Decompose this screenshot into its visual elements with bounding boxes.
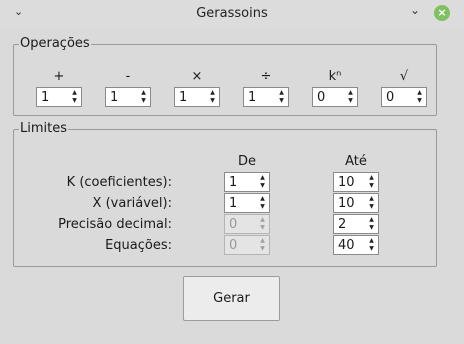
- spin-down-arrow[interactable]: ▼: [207, 97, 218, 105]
- spin-up-arrow[interactable]: ▲: [257, 174, 268, 182]
- spin-up-arrow[interactable]: ▲: [257, 195, 268, 203]
- spin-down-arrow[interactable]: ▼: [257, 203, 268, 211]
- equacoes-ate-spinbox[interactable]: 40 ▲ ▼: [333, 235, 379, 255]
- spin-up-arrow[interactable]: ▲: [345, 89, 356, 97]
- op-plus-value: 1: [41, 90, 50, 105]
- operacoes-legend: Operações: [19, 36, 91, 52]
- op-power-value: 0: [317, 90, 326, 105]
- op-label-times: ×: [191, 69, 203, 84]
- op-label-plus: +: [53, 69, 65, 84]
- op-label-sqrt: √: [399, 69, 409, 84]
- row-label-x: X (variável):: [92, 196, 172, 211]
- spin-down-arrow[interactable]: ▼: [257, 182, 268, 190]
- spin-down-arrow[interactable]: ▼: [276, 97, 287, 105]
- spin-up-arrow[interactable]: ▲: [276, 89, 287, 97]
- op-plus-spinbox[interactable]: 1 ▲ ▼: [36, 87, 82, 107]
- spin-up-arrow: ▲: [260, 237, 265, 244]
- spin-down-arrow: ▼: [260, 245, 265, 252]
- x-ate-value: 10: [338, 196, 355, 211]
- limites-group: Limites De Até K (coeficientes): 1 ▲ ▼ 10…: [13, 121, 437, 267]
- spin-down-arrow[interactable]: ▼: [138, 97, 149, 105]
- spin-down-arrow[interactable]: ▼: [366, 182, 377, 190]
- spin-up-arrow[interactable]: ▲: [366, 237, 377, 245]
- spin-down-arrow[interactable]: ▼: [69, 97, 80, 105]
- k-de-spinbox[interactable]: 1 ▲ ▼: [224, 172, 270, 192]
- spin-up-arrow[interactable]: ▲: [414, 89, 425, 97]
- op-minus-value: 1: [110, 90, 119, 105]
- op-sqrt-spinbox[interactable]: 0 ▲ ▼: [381, 87, 427, 107]
- equacoes-ate-value: 40: [338, 238, 355, 253]
- close-icon[interactable]: ×: [434, 5, 450, 21]
- spin-up-arrow[interactable]: ▲: [366, 216, 377, 224]
- limites-legend: Limites: [19, 121, 68, 137]
- spin-down-arrow[interactable]: ▼: [366, 203, 377, 211]
- spin-up-arrow[interactable]: ▲: [138, 89, 149, 97]
- spin-down-arrow[interactable]: ▼: [366, 224, 377, 232]
- x-ate-spinbox[interactable]: 10 ▲ ▼: [333, 193, 379, 213]
- op-times-spinbox[interactable]: 1 ▲ ▼: [174, 87, 220, 107]
- minimize-icon[interactable]: ⌄: [410, 3, 420, 17]
- k-ate-spinbox[interactable]: 10 ▲ ▼: [333, 172, 379, 192]
- op-divide-value: 1: [248, 90, 257, 105]
- op-label-power: kⁿ: [328, 69, 342, 84]
- spin-up-arrow: ▲: [260, 216, 265, 223]
- spin-up-arrow[interactable]: ▲: [366, 195, 377, 203]
- spin-up-arrow[interactable]: ▲: [366, 174, 377, 182]
- op-power-spinbox[interactable]: 0 ▲ ▼: [312, 87, 358, 107]
- op-times-value: 1: [179, 90, 188, 105]
- k-de-value: 1: [229, 175, 238, 190]
- op-sqrt-value: 0: [386, 90, 395, 105]
- row-label-k: K (coeficientes):: [66, 175, 172, 190]
- col-header-de: De: [237, 154, 256, 169]
- k-ate-value: 10: [338, 175, 355, 190]
- precisao-de-spinbox: 0 ▲ ▼: [224, 214, 270, 234]
- title-bar: ⌄ Gerassoins ⌄ ×: [0, 0, 464, 28]
- gerar-button[interactable]: Gerar: [183, 276, 280, 321]
- precisao-de-value: 0: [229, 217, 238, 232]
- operacoes-group: Operações + - × ÷ kⁿ √ 1 ▲ ▼ 1 ▲ ▼ 1 ▲ ▼ 1 …: [13, 36, 437, 116]
- spin-down-arrow[interactable]: ▼: [366, 245, 377, 253]
- op-minus-spinbox[interactable]: 1 ▲ ▼: [105, 87, 151, 107]
- spin-down-arrow[interactable]: ▼: [414, 97, 425, 105]
- equacoes-de-value: 0: [229, 238, 238, 253]
- window-title: Gerassoins: [196, 6, 268, 21]
- x-de-value: 1: [229, 196, 238, 211]
- op-divide-spinbox[interactable]: 1 ▲ ▼: [243, 87, 289, 107]
- spin-up-arrow[interactable]: ▲: [69, 89, 80, 97]
- col-header-ate: Até: [345, 154, 367, 169]
- spin-up-arrow[interactable]: ▲: [207, 89, 218, 97]
- spin-down-arrow: ▼: [260, 224, 265, 231]
- precisao-ate-value: 2: [338, 217, 347, 232]
- op-label-divide: ÷: [260, 69, 272, 84]
- spin-down-arrow[interactable]: ▼: [345, 97, 356, 105]
- row-label-equacoes: Equações:: [105, 238, 172, 253]
- equacoes-de-spinbox: 0 ▲ ▼: [224, 235, 270, 255]
- op-label-minus: -: [125, 69, 131, 84]
- x-de-spinbox[interactable]: 1 ▲ ▼: [224, 193, 270, 213]
- row-label-precisao: Precisão decimal:: [58, 217, 172, 232]
- precisao-ate-spinbox[interactable]: 2 ▲ ▼: [333, 214, 379, 234]
